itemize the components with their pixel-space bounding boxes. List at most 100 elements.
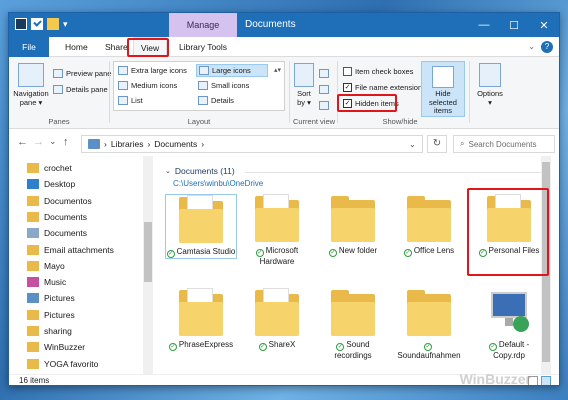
breadcrumb-separator: › [201,139,205,149]
properties-icon[interactable] [31,18,43,30]
folder-icon [27,244,39,255]
file-tile[interactable]: ✓ New folder [317,194,389,257]
nav-item-label: Mayo [44,260,65,271]
file-tile-label: PhraseExpress [178,340,234,349]
divider [109,61,110,123]
collapse-ribbon-icon[interactable]: ⌄ [528,42,535,51]
nav-scroll-thumb[interactable] [144,222,152,282]
nav-item[interactable]: YOGA favorito [27,356,98,372]
tab-library-tools[interactable]: Library Tools [171,37,235,57]
hide-selected-label-1: Hide selected [429,89,457,107]
hide-selected-items-button[interactable]: Hide selected items [421,61,465,117]
close-button[interactable]: ✕ [529,13,559,37]
sort-by-button[interactable]: Sort by ▾ [293,63,315,107]
tab-share[interactable]: Share [97,37,136,57]
layout-medium-icons[interactable]: Medium icons [116,79,179,92]
large-icons-view-icon[interactable] [541,376,551,385]
item-check-boxes-label: Item check boxes [355,66,414,76]
folder-icon [27,179,39,190]
nav-item[interactable]: WinBuzzer [27,339,85,355]
nav-item-label: Music [44,277,67,288]
divider [469,61,470,123]
sync-status-icon: ✓ [403,249,412,257]
file-tile[interactable]: ✓ Office Lens [393,194,465,257]
maximize-button[interactable]: ☐ [499,13,529,37]
forward-button[interactable]: → [33,136,44,148]
layout-gallery: Extra large icons Large icons Medium ico… [113,61,285,111]
size-columns-button[interactable] [319,99,329,111]
nav-item[interactable]: Desktop [27,176,75,192]
item-check-boxes-toggle[interactable]: Item check boxes [343,65,413,77]
file-tile[interactable]: ✓ PhraseExpress [165,288,237,351]
folder-icon [179,195,223,243]
collapse-group-icon[interactable]: ⌄ [165,167,171,175]
new-folder-icon[interactable] [47,18,59,30]
options-button[interactable]: Options ▾ [473,63,507,107]
hidden-items-toggle[interactable]: ✓ Hidden items [343,97,399,109]
file-tile[interactable]: ✓ Sound recordings [317,288,389,361]
details-pane-label: Details pane [66,84,108,94]
details-icon [198,96,208,105]
nav-item-label: WinBuzzer [44,342,86,353]
preview-pane-label: Preview pane [66,68,112,78]
nav-item[interactable]: Documents [27,209,87,225]
up-button[interactable]: ↑ [63,136,69,148]
nav-item[interactable]: Documentos [27,193,92,209]
address-dropdown-icon[interactable]: ⌄ [409,139,416,150]
large-icons-icon [199,66,209,75]
nav-item[interactable]: Music [27,274,66,290]
file-tile[interactable]: ✓ Camtasia Studio [165,194,237,259]
details-pane-button[interactable]: Details pane [53,83,108,95]
group-header[interactable]: ⌄ Documents (11) [165,166,235,176]
list-icon [118,96,128,105]
file-tile[interactable]: ✓ Microsoft Hardware [241,194,313,267]
current-view-group-label: Current view [292,117,336,126]
help-icon[interactable]: ? [541,41,553,53]
nav-item[interactable]: Pictures [27,290,75,306]
show-hide-group-label: Show/hide [382,117,418,126]
nav-item[interactable]: crochet [27,160,72,176]
group-divider [245,172,541,173]
nav-item[interactable]: Mayo [27,258,65,274]
breadcrumb-libraries[interactable]: Libraries [111,139,144,149]
nav-item[interactable]: Pictures [27,307,75,323]
recent-locations-button[interactable]: ⌄ [49,136,57,147]
file-tile[interactable]: ✓ Personal Files [473,194,545,257]
nav-item[interactable]: Documents [27,225,87,241]
tab-file[interactable]: File [9,37,49,57]
minimize-button[interactable]: — [469,13,499,37]
details-view-icon[interactable] [528,376,538,385]
address-bar[interactable]: › Libraries › Documents › ⌄ [81,135,423,153]
search-icon: ⌕ [460,139,465,148]
customize-toolbar-icon[interactable]: ▾ [63,18,71,30]
layout-list[interactable]: List [116,94,145,107]
layout-details[interactable]: Details [196,94,236,107]
search-input[interactable]: ⌕ Search Documents [453,135,555,153]
breadcrumb-documents[interactable]: Documents [154,139,197,149]
nav-item[interactable]: Email attachments [27,242,114,258]
gallery-more-icon[interactable]: ▴▾ [274,66,281,74]
nav-item-label: Desktop [44,179,76,190]
file-tile[interactable]: ✓Soundaufnahmen [393,288,465,361]
layout-small-icons[interactable]: Small icons [196,79,251,92]
navigation-pane-button[interactable]: Navigation pane ▾ [13,63,49,107]
nav-scrollbar[interactable] [143,156,153,374]
tab-view[interactable]: View [133,37,167,57]
add-columns-button[interactable] [319,83,329,95]
back-button[interactable]: ← [17,136,28,148]
refresh-button[interactable]: ↻ [427,135,447,153]
status-bar: 16 items WinBuzzer [9,372,559,385]
tab-home[interactable]: Home [57,37,96,57]
folder-icon [179,288,223,336]
layout-large-icons[interactable]: Large icons [196,64,268,77]
file-tile[interactable]: ✓ Default - Copy.rdp [473,288,545,361]
group-by-button[interactable] [319,67,329,79]
preview-pane-button[interactable]: Preview pane [53,67,111,79]
file-tile-label: ShareX [268,340,296,349]
layout-extra-large-icons[interactable]: Extra large icons [116,64,189,77]
nav-item[interactable]: sharing [27,323,72,339]
file-tile[interactable]: ✓ ShareX [241,288,313,351]
manage-context-tab[interactable]: Manage [169,13,237,37]
file-name-extensions-toggle[interactable]: ✓ File name extensions [343,81,426,93]
navigation-pane-sub: pane ▾ [19,98,43,107]
